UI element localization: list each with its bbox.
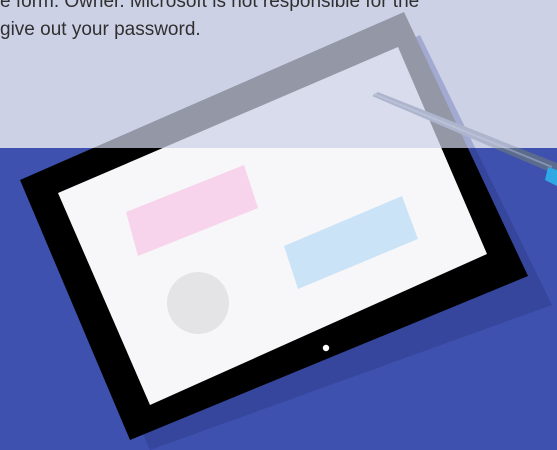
home-button-icon (322, 344, 330, 352)
notice-line-1: e form. Owner. Microsoft is not responsi… (0, 0, 420, 12)
notice-line-2: give out your password. (0, 19, 201, 40)
notice-text: e form. Owner. Microsoft is not responsi… (0, 0, 557, 44)
tablet-illustration (0, 0, 557, 450)
setup-page: e form. Owner. Microsoft is not responsi… (0, 0, 557, 450)
grey-circle (167, 272, 229, 334)
